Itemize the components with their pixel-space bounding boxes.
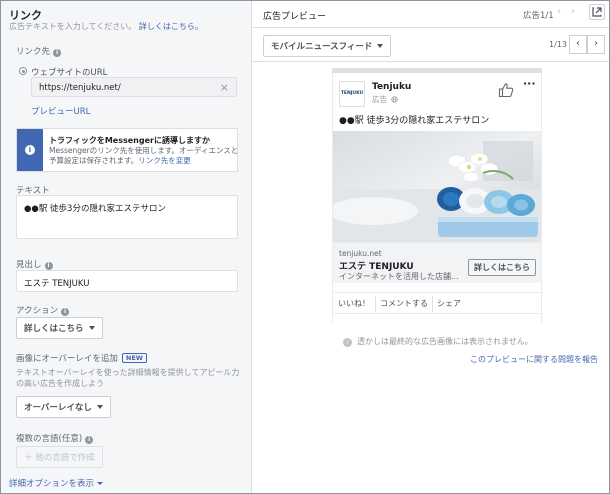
messenger-notice: i トラフィックをMessengerに誘導しますか Messengerのリンク先… xyxy=(16,128,238,172)
ad-count: 広告1/1 xyxy=(523,11,554,21)
preview-page-indicator: 1/13 xyxy=(549,40,567,49)
url-value: https://tenjuku.net/ xyxy=(39,83,121,93)
link-preview[interactable]: tenjuku.net エステ TENJUKU インターネットを活用した店舗..… xyxy=(333,242,541,283)
website-url-input[interactable]: https://tenjuku.net/ × xyxy=(31,77,237,97)
ad-editor-window: リンク 広告テキストを入力してください。 詳しくはこちら。 リンク先 i ウェブサ… xyxy=(0,0,610,494)
messenger-info-icon: i xyxy=(25,145,35,155)
link-description: インターネットを活用した店舗... xyxy=(339,272,459,281)
overlay-dropdown-value: オーバーレイなし xyxy=(24,403,92,413)
headline-label-row: 見出し i xyxy=(16,258,53,270)
subtitle-text: 広告テキストを入力してください。 xyxy=(9,22,137,31)
ad-image xyxy=(333,131,541,242)
notice-body: Messengerのリンク先を使用します。オーディエンスと予算設定は保存されます… xyxy=(49,146,239,166)
section-subtitle: 広告テキストを入力してください。 詳しくはこちら。 xyxy=(9,21,203,32)
website-url-radio[interactable] xyxy=(19,67,27,75)
headline-label: 見出し xyxy=(16,260,42,270)
change-destination-link[interactable]: リンク先を変更 xyxy=(138,156,191,165)
chevron-right-icon[interactable]: › xyxy=(571,6,575,17)
sponsored-row: 広告 xyxy=(372,94,399,105)
destination-label: リンク先 xyxy=(16,47,51,57)
comment-action[interactable]: コメントする xyxy=(380,298,428,309)
thumbs-up-icon[interactable] xyxy=(498,82,514,98)
caret-down-icon xyxy=(88,326,95,330)
overlay-label-row: 画像にオーバーレイを追加 NEW xyxy=(16,352,147,364)
preview-title: 広告プレビュー xyxy=(263,12,327,22)
info-icon: i xyxy=(343,338,352,347)
plus-icon: ＋ xyxy=(24,453,33,463)
languages-label: 複数の言語(任意) xyxy=(16,434,83,444)
action-separator xyxy=(432,296,433,312)
chevron-left-icon[interactable]: ‹ xyxy=(557,6,561,17)
share-action[interactable]: シェア xyxy=(437,298,461,309)
watermark-disclaimer: i 透かしは最終的な広告画像には表示されません。 xyxy=(343,336,533,347)
cta-button[interactable]: 詳しくはこちら xyxy=(468,259,536,276)
show-advanced-options-link[interactable]: 詳細オプションを表示 xyxy=(9,477,104,489)
placement-value: モバイルニュースフィード xyxy=(271,42,373,52)
ad-post-card: TENJUKU Tenjuku 広告 ··· ●●駅 徒歩3分の隠れ家エステサロ… xyxy=(332,73,542,323)
clear-icon[interactable]: × xyxy=(220,81,229,94)
external-link-icon xyxy=(592,7,602,17)
overlay-label: 画像にオーバーレイを追加 xyxy=(16,354,118,364)
post-actions-bar: いいね！ コメントする シェア xyxy=(333,292,541,314)
primary-text-textarea[interactable]: ●●駅 徒歩3分の隠れ家エステサロン xyxy=(16,195,238,239)
disclaimer-text: 透かしは最終的な広告画像には表示されません。 xyxy=(357,337,533,346)
info-icon[interactable]: i xyxy=(53,49,62,57)
spa-towels-photo xyxy=(333,131,541,242)
notice-accent-bar: i xyxy=(17,129,43,171)
overlay-description: テキストオーバーレイを使った詳細情報を提供してアピール力の高い広告を作成しよう xyxy=(16,368,240,388)
prev-placement-button[interactable]: ‹ xyxy=(569,35,587,54)
headline-input[interactable]: エステ TENJUKU xyxy=(16,270,238,292)
report-problem-link[interactable]: このプレビューに関する問題を報告 xyxy=(470,354,598,365)
new-badge: NEW xyxy=(121,353,147,363)
header-divider xyxy=(252,27,609,28)
preview-url-link[interactable]: プレビューURL xyxy=(31,105,90,117)
caret-down-icon xyxy=(96,405,103,409)
action-separator xyxy=(375,296,376,312)
destination-label-row: リンク先 i xyxy=(16,45,62,57)
overlay-dropdown[interactable]: オーバーレイなし xyxy=(16,396,111,418)
link-domain: tenjuku.net xyxy=(339,249,382,258)
like-action[interactable]: いいね！ xyxy=(338,298,370,309)
next-placement-button[interactable]: › xyxy=(587,35,605,54)
action-label: アクション xyxy=(16,306,59,316)
link-settings-panel: リンク 広告テキストを入力してください。 詳しくはこちら。 リンク先 i ウェブサ… xyxy=(1,1,251,493)
info-icon[interactable]: i xyxy=(61,308,70,316)
call-to-action-dropdown[interactable]: 詳しくはこちら xyxy=(16,317,103,339)
notice-title: トラフィックをMessengerに誘導しますか xyxy=(49,136,210,145)
more-icon[interactable]: ··· xyxy=(523,77,536,90)
languages-label-row: 複数の言語(任意) i xyxy=(16,432,94,444)
globe-icon xyxy=(391,96,399,103)
page-name: Tenjuku xyxy=(372,82,412,92)
learn-more-link[interactable]: 詳しくはこちら。 xyxy=(139,22,203,31)
action-label-row: アクション i xyxy=(16,304,70,316)
info-icon[interactable]: i xyxy=(44,262,53,270)
caret-down-icon xyxy=(97,482,104,485)
cta-dropdown-value: 詳しくはこちら xyxy=(24,324,84,334)
advanced-options-label: 詳細オプションを表示 xyxy=(9,479,95,489)
caret-down-icon xyxy=(377,44,384,48)
external-link-button[interactable] xyxy=(589,4,605,20)
placement-dropdown[interactable]: モバイルニュースフィード xyxy=(263,35,392,57)
mobile-feed-preview: TENJUKU Tenjuku 広告 ··· ●●駅 徒歩3分の隠れ家エステサロ… xyxy=(332,62,542,326)
post-text: ●●駅 徒歩3分の隠れ家エステサロン xyxy=(339,116,490,126)
page-profile-logo: TENJUKU xyxy=(339,81,365,107)
chevron-left-icon: ‹ xyxy=(576,38,580,49)
ad-preview-panel: 広告プレビュー 広告1/1 ‹ › モバイルニュースフィード 1/13 ‹ › … xyxy=(252,1,609,493)
sponsored-label: 広告 xyxy=(372,95,387,104)
create-other-language-button[interactable]: ＋ 他の言語で作成 xyxy=(16,446,103,468)
info-icon[interactable]: i xyxy=(85,436,94,444)
chevron-right-icon: › xyxy=(594,38,598,49)
other-language-label: 他の言語で作成 xyxy=(35,453,95,463)
